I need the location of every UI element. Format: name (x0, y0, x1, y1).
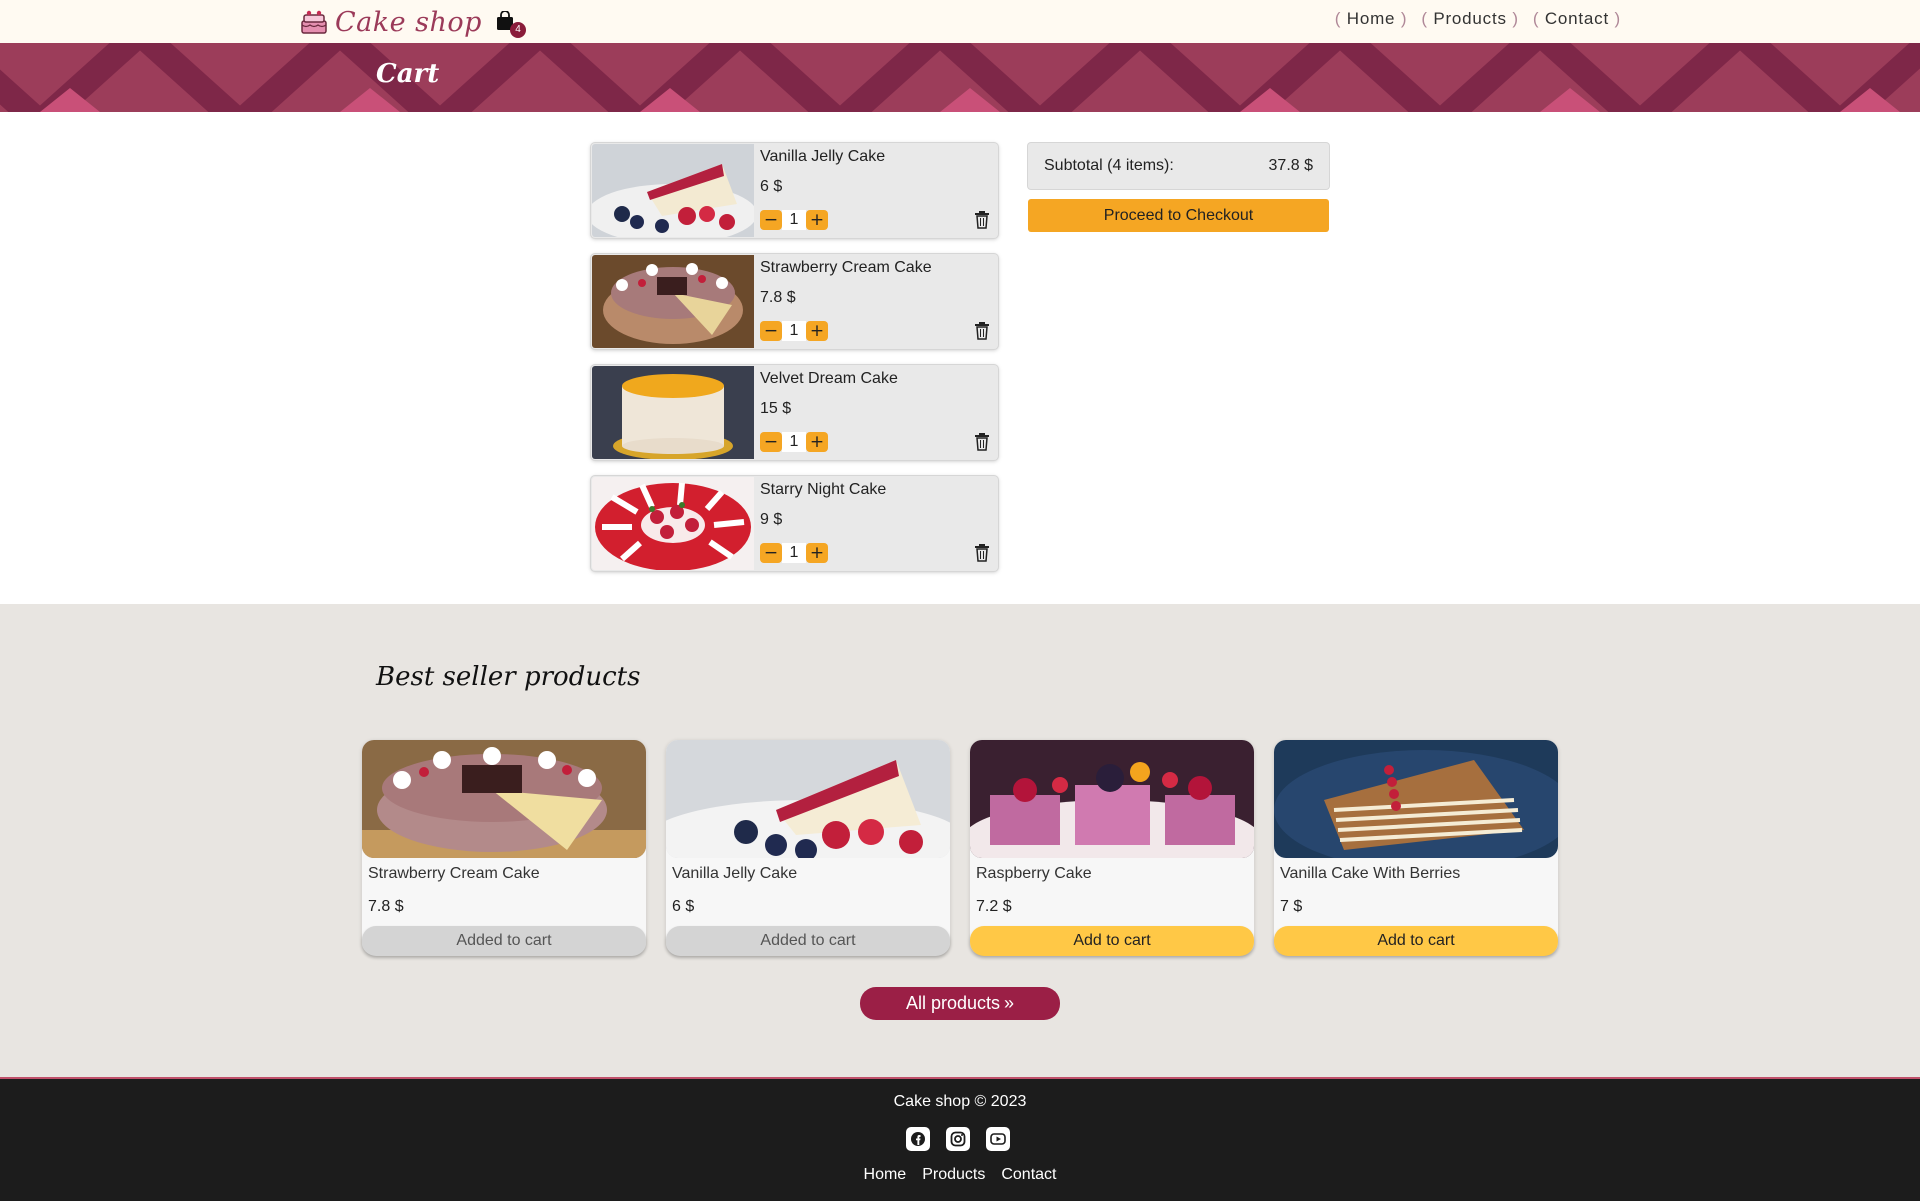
facebook-icon[interactable] (906, 1127, 930, 1151)
cart-item: Starry Night Cake 9 $ − 1 + (591, 476, 998, 571)
nav-links: ( Home ) ( Products ) ( Contact ) (1335, 9, 1621, 29)
product-card: Vanilla Jelly Cake 6 $ Added to cart (666, 740, 950, 956)
footer-link-contact[interactable]: Contact (1001, 1166, 1056, 1184)
cart-item-name: Vanilla Jelly Cake (760, 148, 886, 165)
quantity-value: 1 (782, 432, 806, 452)
footer: Cake shop © 2023 Home Products Contact (0, 1077, 1920, 1201)
trash-icon[interactable] (974, 211, 990, 229)
product-price: 7.8 $ (368, 898, 404, 915)
youtube-icon[interactable] (986, 1127, 1010, 1151)
product-name[interactable]: Raspberry Cake (976, 865, 1092, 883)
product-card: Vanilla Cake With Berries 7 $ Add to car… (1274, 740, 1558, 956)
strawberry-cream-cake-image (592, 255, 754, 348)
increase-quantity-button[interactable]: + (806, 210, 828, 230)
strawberry-cream-cake-image[interactable] (362, 740, 646, 858)
cart-count-badge: 4 (509, 22, 526, 38)
cart-list: Vanilla Jelly Cake 6 $ − 1 + Strawberry … (591, 143, 998, 587)
vanilla-cake-with-berries-image[interactable] (1274, 740, 1558, 858)
quantity-stepper: − 1 + (760, 210, 828, 230)
product-price: 7.2 $ (976, 898, 1012, 915)
trash-icon[interactable] (974, 544, 990, 562)
cart-item: Strawberry Cream Cake 7.8 $ − 1 + (591, 254, 998, 349)
product-card: Raspberry Cake 7.2 $ Add to cart (970, 740, 1254, 956)
cart-item-name: Starry Night Cake (760, 481, 887, 498)
cake-logo-icon (301, 10, 327, 34)
vanilla-jelly-cake-image (592, 144, 754, 237)
double-chevron-right-icon: » (1004, 993, 1015, 1013)
decrease-quantity-button[interactable]: − (760, 543, 782, 563)
cart-item-price: 6 $ (760, 178, 783, 195)
nav-products[interactable]: ( Products ) (1421, 9, 1519, 29)
nav-contact-label: Contact (1544, 9, 1609, 28)
quantity-value: 1 (782, 543, 806, 563)
page-header-banner: Cart (0, 43, 1920, 112)
product-name[interactable]: Strawberry Cream Cake (368, 865, 540, 883)
brand-name: Cake shop (335, 6, 482, 38)
page-title: Cart (376, 59, 440, 89)
social-links (906, 1127, 1010, 1151)
add-to-cart-button[interactable]: Add to cart (970, 926, 1254, 956)
cart-item-price: 7.8 $ (760, 289, 796, 306)
nav-home[interactable]: ( Home ) (1335, 9, 1408, 29)
product-name[interactable]: Vanilla Jelly Cake (672, 865, 797, 883)
trash-icon[interactable] (974, 322, 990, 340)
increase-quantity-button[interactable]: + (806, 321, 828, 341)
subtotal-value: 37.8 $ (1268, 157, 1313, 174)
quantity-value: 1 (782, 210, 806, 230)
decrease-quantity-button[interactable]: − (760, 321, 782, 341)
starry-night-cake-image (592, 477, 754, 570)
product-grid: Strawberry Cream Cake 7.8 $ Added to car… (362, 740, 1558, 956)
product-price: 6 $ (672, 898, 695, 915)
order-summary: Subtotal (4 items): 37.8 $ (1028, 143, 1329, 189)
instagram-icon[interactable] (946, 1127, 970, 1151)
quantity-value: 1 (782, 321, 806, 341)
nav-products-label: Products (1433, 9, 1507, 28)
cart-item: Velvet Dream Cake 15 $ − 1 + (591, 365, 998, 460)
footer-link-products[interactable]: Products (922, 1166, 985, 1184)
checkout-button[interactable]: Proceed to Checkout (1028, 199, 1329, 232)
chevron-pattern-background (0, 43, 1920, 112)
cart-item: Vanilla Jelly Cake 6 $ − 1 + (591, 143, 998, 238)
all-products-button[interactable]: All products » (860, 987, 1060, 1020)
product-price: 7 $ (1280, 898, 1303, 915)
increase-quantity-button[interactable]: + (806, 543, 828, 563)
increase-quantity-button[interactable]: + (806, 432, 828, 452)
raspberry-cake-image[interactable] (970, 740, 1254, 858)
cart-item-price: 15 $ (760, 400, 792, 417)
subtotal-label: Subtotal (4 items): (1044, 157, 1174, 174)
nav-home-label: Home (1346, 9, 1396, 28)
footer-nav: Home Products Contact (0, 1166, 1920, 1184)
add-to-cart-button[interactable]: Add to cart (1274, 926, 1558, 956)
navbar: Cake shop 4 ( Home ) ( Products ) ( Cont… (0, 0, 1920, 43)
product-name[interactable]: Vanilla Cake With Berries (1280, 865, 1460, 883)
cart-bag-button[interactable]: 4 (496, 10, 526, 38)
brand-link[interactable]: Cake shop 4 (299, 4, 526, 40)
added-to-cart-button[interactable]: Added to cart (666, 926, 950, 956)
quantity-stepper: − 1 + (760, 432, 828, 452)
footer-link-home[interactable]: Home (864, 1166, 907, 1184)
cart-item-price: 9 $ (760, 511, 783, 528)
quantity-stepper: − 1 + (760, 321, 828, 341)
best-seller-section: Best seller products Strawberry Cream Ca… (0, 604, 1920, 1078)
vanilla-jelly-cake-image[interactable] (666, 740, 950, 858)
cart-item-name: Velvet Dream Cake (760, 370, 898, 387)
decrease-quantity-button[interactable]: − (760, 432, 782, 452)
quantity-stepper: − 1 + (760, 543, 828, 563)
copyright-text: Cake shop © 2023 (893, 1093, 1027, 1110)
product-card: Strawberry Cream Cake 7.8 $ Added to car… (362, 740, 646, 956)
trash-icon[interactable] (974, 433, 990, 451)
all-products-label: All products (905, 993, 1001, 1013)
added-to-cart-button[interactable]: Added to cart (362, 926, 646, 956)
nav-contact[interactable]: ( Contact ) (1533, 9, 1621, 29)
velvet-dream-cake-image (592, 366, 754, 459)
cart-item-name: Strawberry Cream Cake (760, 259, 932, 276)
decrease-quantity-button[interactable]: − (760, 210, 782, 230)
section-title: Best seller products (376, 662, 641, 692)
